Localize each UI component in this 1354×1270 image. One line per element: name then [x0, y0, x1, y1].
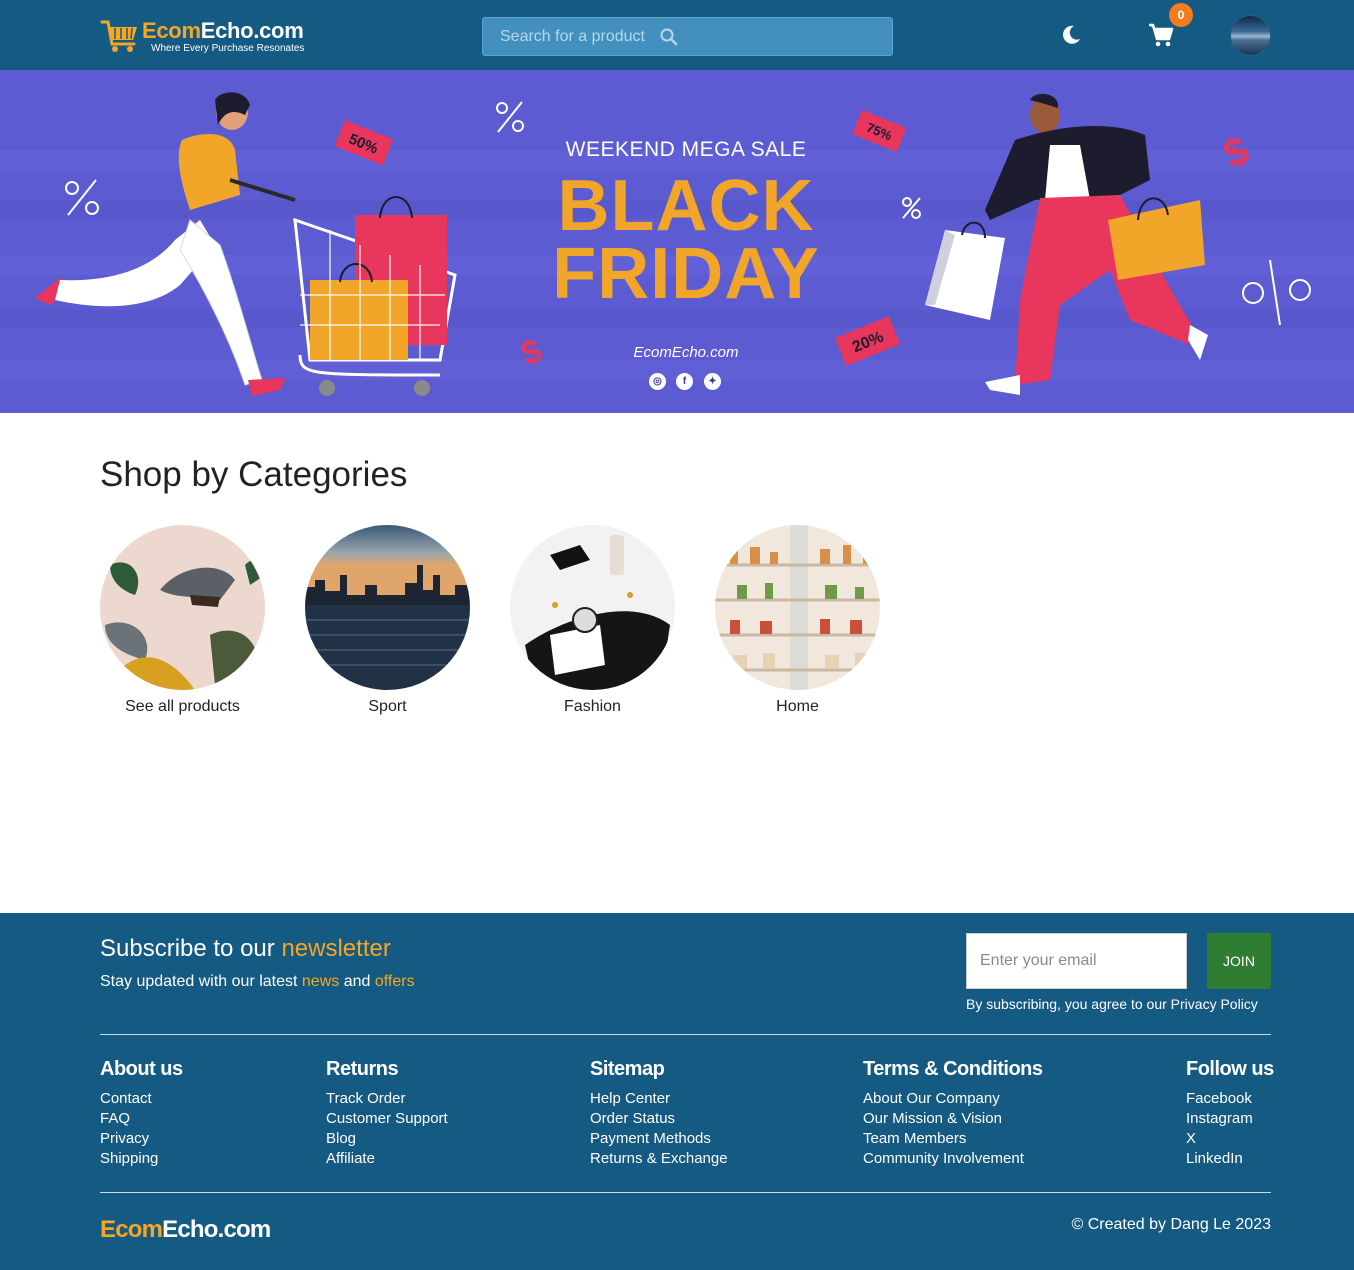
shopping-cart-logo-icon — [100, 20, 137, 52]
footer-link[interactable]: Affiliate — [326, 1149, 448, 1169]
footer-divider — [100, 1034, 1271, 1035]
footer-link[interactable]: Team Members — [863, 1129, 1043, 1149]
newsletter-subtitle: Stay updated with our latest news and of… — [100, 973, 415, 990]
footer-link[interactable]: Returns & Exchange — [590, 1149, 728, 1169]
woman-with-cart-illustration — [35, 92, 457, 396]
category-image[interactable] — [100, 525, 265, 690]
categories-heading: Shop by Categories — [100, 455, 408, 494]
category-sport[interactable]: Sport — [305, 525, 470, 716]
footer-column-title: Terms & Conditions — [863, 1058, 1043, 1080]
footer-column-title: Sitemap — [590, 1058, 665, 1080]
category-home[interactable]: Home — [715, 525, 880, 716]
category-image[interactable] — [510, 525, 675, 690]
footer-link[interactable]: Order Status — [590, 1109, 728, 1129]
footer-link[interactable]: Instagram — [1186, 1109, 1274, 1129]
newsletter-email-field — [966, 933, 1187, 989]
instagram-icon[interactable]: ◎ — [649, 373, 666, 390]
footer-link[interactable]: FAQ — [100, 1109, 183, 1129]
newsletter-title: Subscribe to our newsletter — [100, 935, 391, 962]
footer-logo[interactable]: EcomEcho.com — [100, 1216, 271, 1244]
man-with-bags-illustration — [925, 93, 1208, 395]
cart-count-badge: 0 — [1169, 3, 1193, 27]
footer-link[interactable]: Shipping — [100, 1149, 183, 1169]
footer-column-about: About us Contact FAQ Privacy Shipping — [100, 1058, 183, 1169]
logo-tagline: Where Every Purchase Resonates — [151, 43, 305, 54]
site-logo[interactable]: EcomEcho.com Where Every Purchase Resona… — [100, 14, 330, 58]
email-input[interactable] — [967, 934, 1186, 988]
twitter-icon[interactable]: ✦ — [704, 373, 721, 390]
search-bar — [482, 17, 893, 56]
cart-icon[interactable] — [1148, 22, 1174, 48]
site-footer: Subscribe to our newsletter Stay updated… — [0, 913, 1354, 1270]
black-friday-banner: 50% 75% 20% $ $ WEEKEND MEGA SALE BLACK … — [0, 70, 1354, 413]
footer-link[interactable]: Contact — [100, 1089, 183, 1109]
logo-wordmark: EcomEcho.com — [142, 18, 304, 43]
category-fashion[interactable]: Fashion — [510, 525, 675, 716]
category-label[interactable]: Home — [715, 698, 880, 716]
footer-link[interactable]: About Our Company — [863, 1089, 1043, 1109]
footer-divider — [100, 1192, 1271, 1193]
footer-column-title: Returns — [326, 1058, 399, 1080]
footer-link[interactable]: Our Mission & Vision — [863, 1109, 1043, 1129]
top-navbar: EcomEcho.com Where Every Purchase Resona… — [0, 0, 1354, 70]
banner-site-name: EcomEcho.com — [633, 344, 739, 361]
category-label[interactable]: Sport — [305, 698, 470, 716]
category-label[interactable]: See all products — [100, 698, 265, 716]
user-avatar[interactable] — [1230, 15, 1271, 56]
footer-link[interactable]: X — [1186, 1129, 1274, 1149]
footer-link[interactable]: Community Involvement — [863, 1149, 1043, 1169]
footer-link[interactable]: LinkedIn — [1186, 1149, 1274, 1169]
copyright-credit: © Created by Dang Le 2023 — [1071, 1216, 1271, 1233]
footer-column-title: Follow us — [1186, 1058, 1274, 1080]
footer-link[interactable]: Help Center — [590, 1089, 728, 1109]
footer-column-follow: Follow us Facebook Instagram X LinkedIn — [1186, 1058, 1274, 1169]
privacy-policy-note: By subscribing, you agree to our Privacy… — [966, 996, 1258, 1012]
banner-subtitle: WEEKEND MEGA SALE — [565, 138, 807, 161]
footer-link[interactable]: Facebook — [1186, 1089, 1274, 1109]
footer-link[interactable]: Track Order — [326, 1089, 448, 1109]
search-icon[interactable] — [659, 27, 679, 47]
facebook-icon[interactable]: f — [676, 373, 693, 390]
banner-title-line1: BLACK — [557, 166, 815, 246]
dark-mode-moon-icon[interactable] — [1060, 24, 1082, 46]
category-image[interactable] — [715, 525, 880, 690]
footer-link[interactable]: Blog — [326, 1129, 448, 1149]
search-input[interactable] — [483, 18, 892, 55]
footer-column-terms: Terms & Conditions About Our Company Our… — [863, 1058, 1043, 1169]
join-button[interactable]: JOIN — [1207, 933, 1271, 989]
footer-column-sitemap: Sitemap Help Center Order Status Payment… — [590, 1058, 728, 1169]
banner-title-line2: FRIDAY — [552, 234, 820, 314]
footer-link[interactable]: Privacy — [100, 1129, 183, 1149]
footer-column-returns: Returns Track Order Customer Support Blo… — [326, 1058, 448, 1169]
category-label[interactable]: Fashion — [510, 698, 675, 716]
footer-column-title: About us — [100, 1058, 183, 1080]
footer-link[interactable]: Customer Support — [326, 1109, 448, 1129]
footer-link[interactable]: Payment Methods — [590, 1129, 728, 1149]
category-all-products[interactable]: See all products — [100, 525, 265, 716]
category-image[interactable] — [305, 525, 470, 690]
